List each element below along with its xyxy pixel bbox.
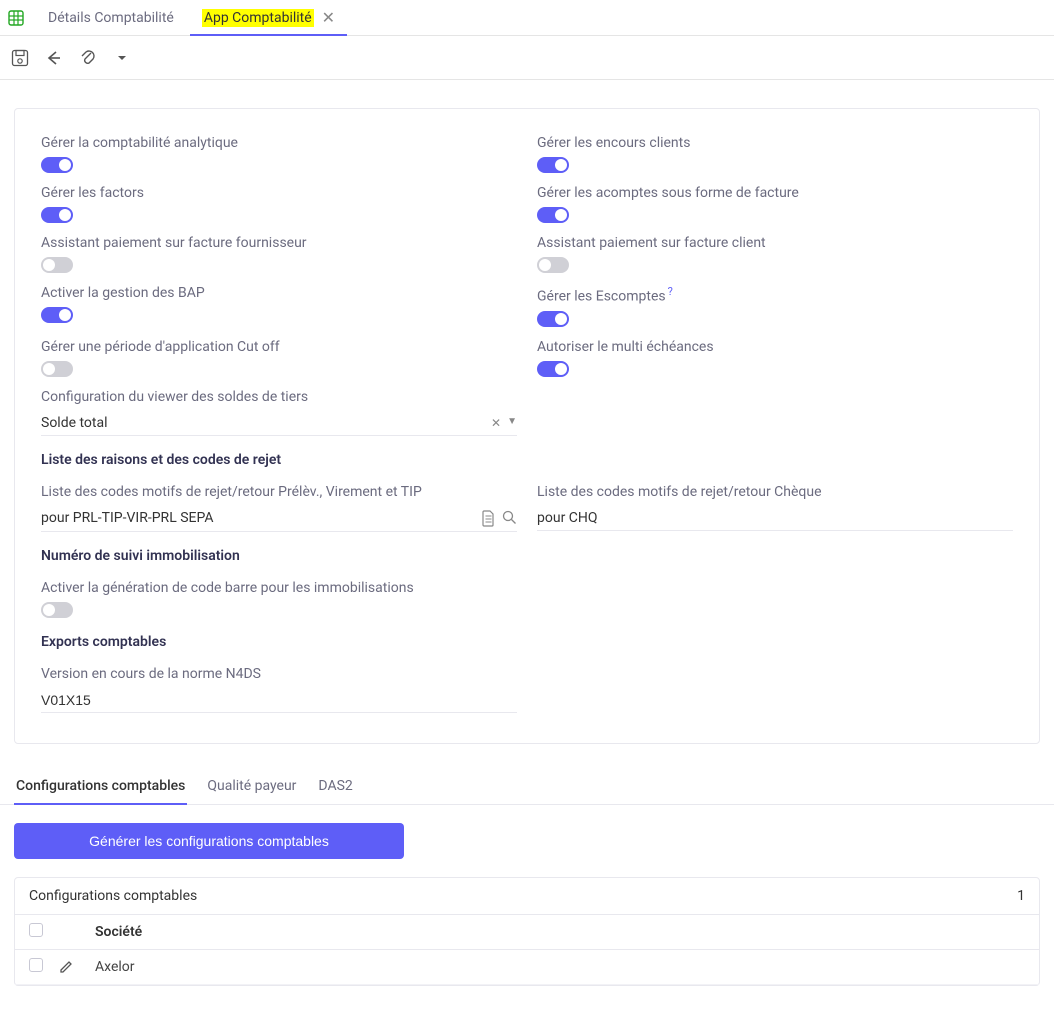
toggle-multi-due[interactable] (537, 361, 569, 377)
label-n4ds: Version en cours de la norme N4DS (41, 666, 517, 682)
more-dropdown-icon[interactable] (112, 48, 132, 68)
toggle-factors[interactable] (41, 207, 73, 223)
label-assist-supplier: Assistant paiement sur facture fournisse… (41, 235, 517, 251)
configs-grid: Configurations comptables 1 Société Axel… (14, 877, 1040, 986)
toggle-assist-customer[interactable] (537, 257, 569, 273)
tab-app[interactable]: App Comptabilité ✕ (190, 0, 347, 35)
label-reject-left: Liste des codes motifs de rejet/retour P… (41, 484, 517, 500)
document-icon[interactable] (481, 510, 496, 527)
section-asset-title: Numéro de suivi immobilisation (31, 538, 1023, 574)
label-factors: Gérer les factors (41, 185, 517, 201)
toggle-analytic[interactable] (41, 157, 73, 173)
toggle-bap[interactable] (41, 307, 73, 323)
clear-icon[interactable]: ✕ (491, 416, 501, 430)
search-icon[interactable] (502, 510, 517, 527)
toggle-discounts[interactable] (537, 311, 569, 327)
label-advance-invoice: Gérer les acomptes sous forme de facture (537, 185, 1013, 201)
toggle-cust-credit[interactable] (537, 157, 569, 173)
tab-details-label: Détails Comptabilité (48, 10, 174, 26)
lookup-reject-right-value: pour CHQ (537, 510, 598, 526)
lookup-reject-left[interactable]: pour PRL-TIP-VIR-PRL SEPA (41, 506, 517, 532)
input-n4ds[interactable] (41, 688, 517, 713)
label-assist-customer: Assistant paiement sur facture client (537, 235, 1013, 251)
label-bap: Activer la gestion des BAP (41, 285, 517, 301)
subtab-payer-quality[interactable]: Qualité payeur (205, 768, 298, 804)
toggle-advance-invoice[interactable] (537, 207, 569, 223)
help-icon[interactable]: ? (668, 285, 673, 298)
label-viewer-config: Configuration du viewer des soldes de ti… (41, 389, 517, 405)
module-grid-icon[interactable] (8, 10, 24, 26)
toggle-cutoff[interactable] (41, 361, 73, 377)
label-reject-right: Liste des codes motifs de rejet/retour C… (537, 484, 1013, 500)
label-discounts: Gérer les Escomptes? (537, 285, 1013, 305)
select-viewer-value: Solde total (41, 415, 108, 431)
lookup-reject-left-value: pour PRL-TIP-VIR-PRL SEPA (41, 510, 214, 526)
section-export-title: Exports comptables (31, 624, 1023, 660)
toggle-barcode[interactable] (41, 602, 73, 618)
form-card: Gérer la comptabilité analytique Gérer l… (14, 108, 1040, 744)
label-cutoff: Gérer une période d'application Cut off (41, 339, 517, 355)
section-reject-title: Liste des raisons et des codes de rejet (31, 442, 1023, 478)
grid-title: Configurations comptables (29, 888, 197, 904)
close-icon[interactable]: ✕ (322, 8, 335, 27)
label-cust-credit: Gérer les encours clients (537, 135, 1013, 151)
cell-company: Axelor (95, 959, 1025, 975)
lookup-reject-right[interactable]: pour CHQ (537, 506, 1013, 531)
attachment-icon[interactable] (78, 48, 98, 68)
generate-configs-button[interactable]: Générer les configurations comptables (14, 823, 404, 859)
toggle-assist-supplier[interactable] (41, 257, 73, 273)
label-analytic: Gérer la comptabilité analytique (41, 135, 517, 151)
tab-app-label: App Comptabilité (202, 9, 314, 27)
tab-details[interactable]: Détails Comptabilité (36, 2, 186, 34)
row-checkbox[interactable] (29, 958, 43, 972)
subtab-configs[interactable]: Configurations comptables (14, 768, 187, 804)
back-arrow-icon[interactable] (44, 48, 64, 68)
edit-icon[interactable] (59, 959, 95, 974)
table-row[interactable]: Axelor (15, 950, 1039, 985)
save-icon[interactable] (10, 48, 30, 68)
col-company: Société (95, 924, 1025, 940)
select-viewer-config[interactable]: Solde total ✕ ▼ (41, 411, 517, 436)
chevron-down-icon[interactable]: ▼ (507, 416, 517, 430)
label-multi-due: Autoriser le multi échéances (537, 339, 1013, 355)
grid-count: 1 (1017, 888, 1025, 904)
subtab-das2[interactable]: DAS2 (316, 768, 354, 804)
header-checkbox[interactable] (29, 923, 43, 937)
label-barcode: Activer la génération de code barre pour… (41, 580, 1013, 596)
